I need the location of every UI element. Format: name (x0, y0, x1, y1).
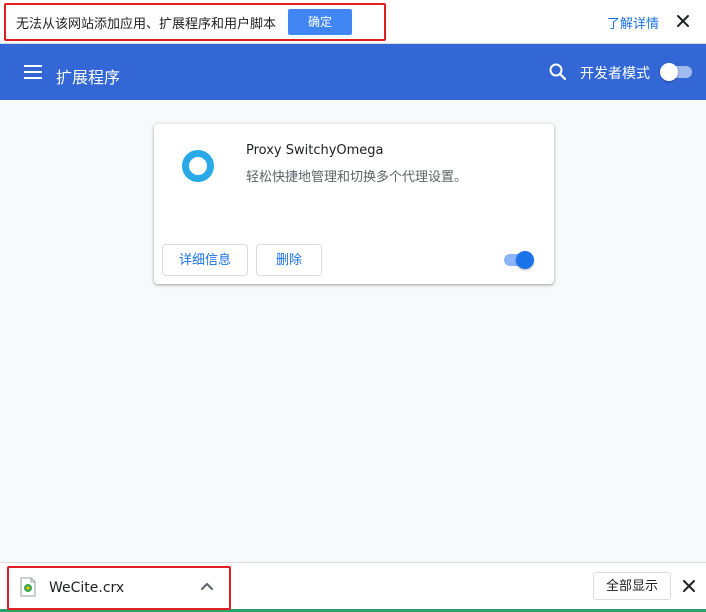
extension-toggle-knob (516, 251, 534, 269)
page-title: 扩展程序 (56, 68, 121, 87)
extension-name: Proxy SwitchyOmega (246, 143, 384, 158)
switchyomega-ring-icon (182, 150, 214, 182)
close-icon[interactable] (680, 577, 698, 595)
close-icon[interactable] (674, 12, 692, 30)
remove-button[interactable]: 删除 (256, 244, 322, 276)
developer-mode-toggle-knob (660, 63, 678, 81)
infobar-highlight-box (4, 3, 386, 41)
show-all-button[interactable]: 全部显示 (593, 572, 671, 600)
extension-description: 轻松快捷地管理和切换多个代理设置。 (246, 170, 468, 185)
extension-card: Proxy SwitchyOmega 轻松快捷地管理和切换多个代理设置。 详细信… (154, 124, 554, 284)
extension-enable-toggle[interactable] (502, 250, 536, 270)
details-button[interactable]: 详细信息 (162, 244, 248, 276)
download-highlight-box (7, 566, 231, 610)
menu-icon[interactable] (24, 63, 42, 81)
search-icon[interactable] (548, 62, 568, 82)
developer-mode-label: 开发者模式 (580, 66, 650, 82)
learn-more-link[interactable]: 了解详情 (607, 13, 659, 32)
developer-mode-toggle[interactable] (660, 63, 694, 81)
extensions-header: 扩展程序 开发者模式 (0, 44, 706, 100)
